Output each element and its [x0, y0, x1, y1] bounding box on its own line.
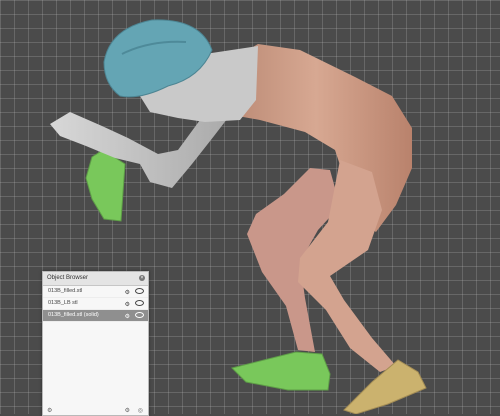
close-icon[interactable]: ×	[139, 275, 145, 281]
object-name: 013B_filled.stl (solid)	[48, 312, 99, 318]
visibility-eye-icon[interactable]	[135, 288, 144, 294]
visibility-eye-icon[interactable]	[135, 300, 144, 306]
green-hand-part[interactable]	[85, 149, 126, 222]
object-browser-title: Object Browser	[47, 275, 89, 281]
object-name: 013B_LB stl	[48, 300, 78, 306]
visibility-eye-icon[interactable]	[135, 312, 144, 318]
object-browser-header: Object Browser ×	[43, 272, 148, 286]
object-list-item[interactable]: 013B_filled.stl ⚙	[43, 286, 148, 298]
object-list-item-selected[interactable]: 013B_filled.stl (solid) ⚙	[43, 310, 148, 322]
settings-icon[interactable]: ⚙	[125, 312, 130, 323]
object-browser-panel: Object Browser × 013B_filled.stl ⚙ 013B_…	[42, 271, 149, 416]
object-name: 013B_filled.stl	[48, 288, 83, 294]
green-shoe[interactable]	[231, 351, 331, 391]
object-list-item[interactable]: 013B_LB stl ⚙	[43, 298, 148, 310]
